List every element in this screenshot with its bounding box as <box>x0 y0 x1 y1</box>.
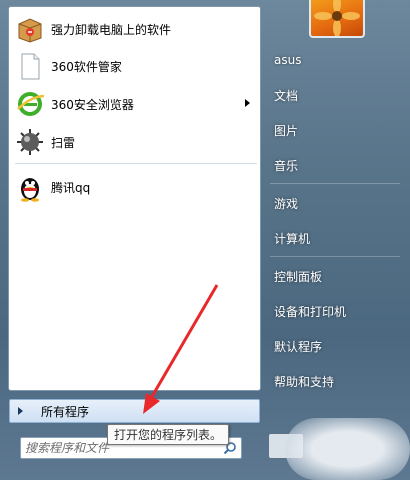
right-item-control-panel[interactable]: 控制面板 <box>262 261 408 291</box>
right-item-pictures[interactable]: 图片 <box>262 115 408 145</box>
right-item-label: 默认程序 <box>274 339 323 354</box>
uninstaller-box-icon <box>15 14 45 44</box>
right-item-help-support[interactable]: 帮助和支持 <box>262 366 408 396</box>
right-item-label: 计算机 <box>274 231 311 246</box>
right-item-computer[interactable]: 计算机 <box>262 223 408 253</box>
blurred-overlay <box>285 418 410 480</box>
program-label: 强力卸载电脑上的软件 <box>51 22 172 37</box>
right-item-label: 帮助和支持 <box>274 374 335 389</box>
program-item-360-software-manager[interactable]: 360软件管家 <box>13 49 256 83</box>
program-item-qq[interactable]: 腾讯qq <box>13 170 256 204</box>
360-browser-icon <box>15 89 45 119</box>
program-label: 腾讯qq <box>51 180 91 195</box>
divider <box>270 183 400 184</box>
blank-document-icon <box>15 51 45 81</box>
program-label: 360安全浏览器 <box>51 97 134 112</box>
right-item-music[interactable]: 音乐 <box>262 150 408 180</box>
right-item-games[interactable]: 游戏 <box>262 188 408 218</box>
divider <box>15 163 257 164</box>
qq-penguin-icon <box>15 172 45 202</box>
program-label: 360软件管家 <box>51 59 122 74</box>
right-item-documents[interactable]: 文档 <box>262 80 408 110</box>
start-menu: 强力卸载电脑上的软件 360软件管家 360安全浏览器 扫雷 腾讯qq 所有程序… <box>0 0 410 480</box>
right-item-label: 音乐 <box>274 158 299 173</box>
right-item-label: 控制面板 <box>274 269 323 284</box>
right-item-devices-printers[interactable]: 设备和打印机 <box>262 296 408 326</box>
right-item-label: asus <box>274 53 302 67</box>
user-picture-flower[interactable] <box>309 0 365 38</box>
minesweeper-mine-icon <box>15 127 45 157</box>
program-item-minesweeper[interactable]: 扫雷 <box>13 125 256 159</box>
all-programs-label: 所有程序 <box>41 404 90 419</box>
right-item-label: 游戏 <box>274 196 299 211</box>
right-item-label: 文档 <box>274 88 299 103</box>
submenu-arrow-icon <box>245 99 250 107</box>
program-item-uninstaller[interactable]: 强力卸载电脑上的软件 <box>13 12 256 46</box>
programs-pane: 强力卸载电脑上的软件 360软件管家 360安全浏览器 扫雷 腾讯qq <box>8 6 261 391</box>
tooltip-text: 打开您的程序列表。 <box>114 428 223 442</box>
program-item-360-browser[interactable]: 360安全浏览器 <box>13 87 256 121</box>
right-item-label: 图片 <box>274 123 299 138</box>
right-item-label: 设备和打印机 <box>274 304 347 319</box>
expand-triangle-icon <box>18 407 23 415</box>
all-programs-button[interactable]: 所有程序 <box>9 399 260 423</box>
divider <box>270 256 400 257</box>
right-item-default-programs[interactable]: 默认程序 <box>262 331 408 361</box>
program-label: 扫雷 <box>51 135 76 150</box>
tooltip: 打开您的程序列表。 <box>107 424 230 445</box>
right-item-asus[interactable]: asus <box>262 45 408 75</box>
